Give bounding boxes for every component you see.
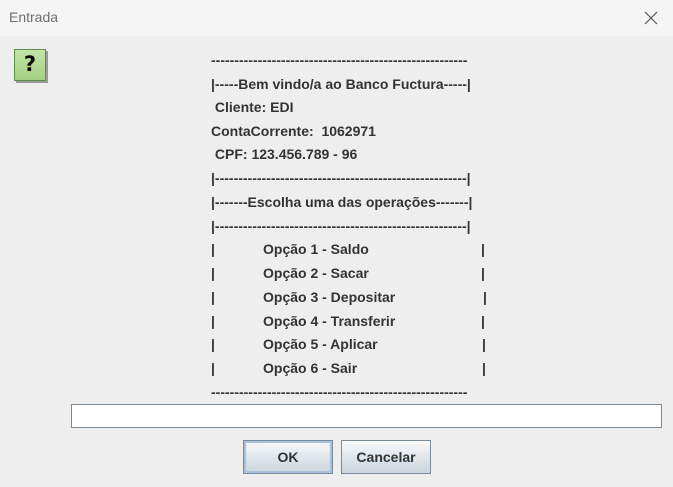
option-bar-left: | bbox=[211, 241, 215, 257]
option-1: Opção 1 - Saldo bbox=[263, 241, 369, 257]
entrada-input[interactable] bbox=[72, 405, 661, 427]
rule-top: ----------------------------------------… bbox=[211, 52, 468, 68]
option-bar-left: | bbox=[211, 336, 215, 352]
rule-mid-2: |---------------------------------------… bbox=[211, 218, 471, 234]
cpf-line: CPF: 123.456.789 - 96 bbox=[211, 146, 358, 162]
title-bar: Entrada bbox=[0, 0, 673, 36]
cancel-button[interactable]: Cancelar bbox=[341, 440, 431, 474]
option-bar-left: | bbox=[211, 265, 215, 281]
option-bar-right: | bbox=[482, 336, 486, 352]
option-bar-left: | bbox=[211, 289, 215, 305]
option-5: Opção 5 - Aplicar bbox=[263, 336, 378, 352]
cliente-line: Cliente: EDI bbox=[211, 99, 294, 115]
input-dialog: Entrada ? ------------------------------… bbox=[0, 0, 673, 487]
option-bar-right: | bbox=[483, 289, 487, 305]
rule-mid: |---------------------------------------… bbox=[211, 170, 471, 186]
conta-line: ContaCorrente: 1062971 bbox=[211, 123, 376, 139]
option-bar-right: | bbox=[481, 313, 485, 329]
option-6: Opção 6 - Sair bbox=[263, 360, 358, 376]
option-bar-right: | bbox=[481, 241, 485, 257]
window-title: Entrada bbox=[9, 9, 59, 25]
rule-bottom: ----------------------------------------… bbox=[211, 384, 468, 400]
question-mark: ? bbox=[23, 52, 37, 76]
close-icon bbox=[644, 11, 658, 25]
input-field-frame bbox=[71, 404, 662, 428]
close-button[interactable] bbox=[635, 3, 667, 33]
option-bar-right: | bbox=[481, 265, 485, 281]
option-bar-left: | bbox=[211, 313, 215, 329]
question-icon: ? bbox=[14, 49, 46, 81]
option-bar-left: | bbox=[211, 360, 215, 376]
option-3: Opção 3 - Depositar bbox=[263, 289, 396, 305]
option-bar-right: | bbox=[482, 360, 486, 376]
ok-button[interactable]: OK bbox=[243, 440, 333, 474]
escolha-line: |-------Escolha uma das operações-------… bbox=[211, 194, 473, 210]
welcome-line: |-----Bem vindo/a ao Banco Fuctura-----| bbox=[211, 76, 471, 92]
option-2: Opção 2 - Sacar bbox=[263, 265, 369, 281]
option-4: Opção 4 - Transferir bbox=[263, 313, 396, 329]
